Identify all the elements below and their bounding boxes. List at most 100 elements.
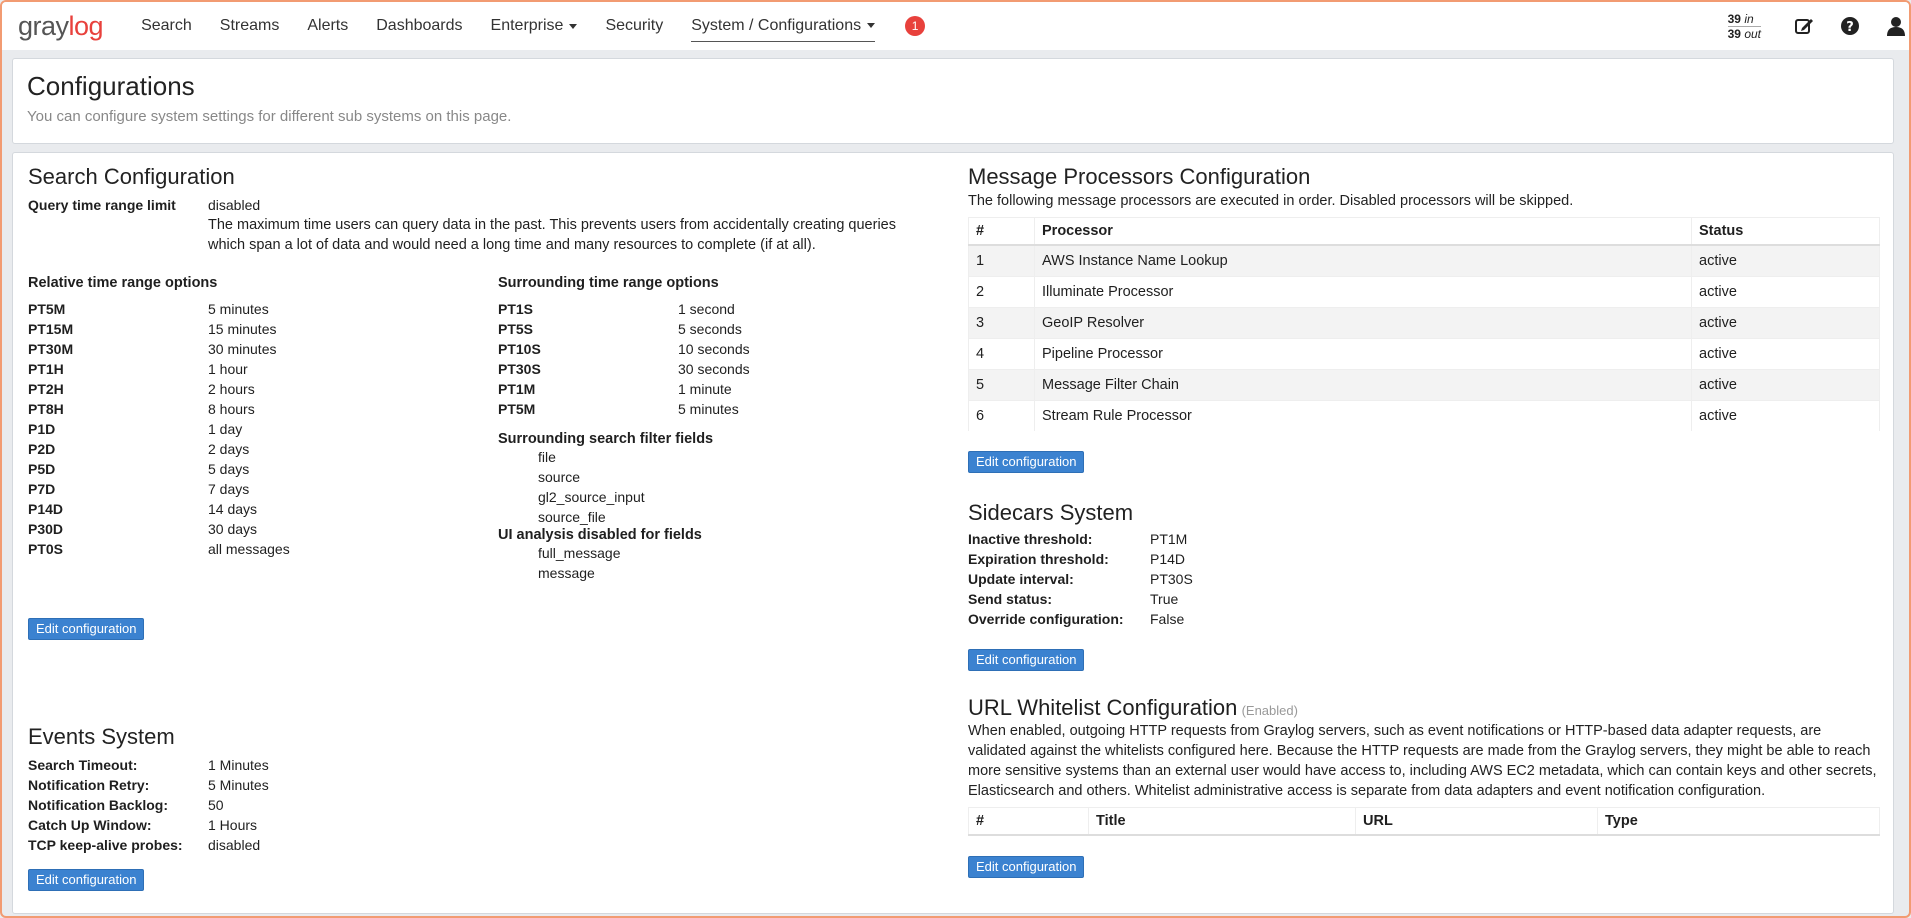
nav-dashboards[interactable]: Dashboards (376, 11, 462, 41)
query-limit-description: The maximum time users can query data in… (208, 217, 896, 253)
relative-option: PT1H 1 hour (28, 359, 498, 379)
whitelist-edit-button[interactable]: Edit configuration (968, 856, 1085, 878)
relative-option-value: 1 hour (208, 361, 248, 377)
nav-streams[interactable]: Streams (220, 11, 280, 41)
sidecar-setting: Expiration threshold: P14D (968, 549, 1880, 569)
sidecar-setting-value: True (1150, 591, 1179, 607)
events-setting-key: Catch Up Window: (28, 817, 152, 833)
sidecars-title: Sidecars System (968, 500, 1134, 525)
events-section: Events System Search Timeout: 1 Minutes No… (28, 723, 938, 891)
throughput-out-unit: out (1744, 26, 1761, 41)
top-navbar: gray log Search Streams Alerts Dashboards… (2, 2, 1909, 50)
whitelist-heading: URL Whitelist Configuration (Enabled) (968, 695, 1880, 721)
events-setting: Search Timeout: 1 Minutes (28, 755, 938, 775)
relative-option-value: 2 days (208, 441, 250, 457)
processors-edit-button[interactable]: Edit configuration (968, 451, 1085, 473)
relative-option-key: P5D (28, 461, 56, 477)
relative-option-key: P2D (28, 441, 56, 457)
col-header-title: Title (1088, 807, 1356, 836)
relative-option-value: 15 minutes (208, 321, 277, 337)
sidecars-edit-button[interactable]: Edit configuration (968, 649, 1085, 671)
processor-processor-cell: Stream Rule Processor (1034, 399, 1692, 431)
time-range-options: Relative time range options PT5M 5 minute… (28, 275, 938, 583)
filter-fields-list: file source gl2_source_input source_file (498, 447, 938, 527)
logo-text-gray: gray (18, 10, 69, 41)
col-header-status: Status (1691, 217, 1880, 246)
surrounding-option-value: 10 seconds (678, 341, 750, 357)
events-setting-value: 50 (208, 797, 224, 813)
throughput-indicator[interactable]: 39 in 39 out (1727, 11, 1761, 41)
col-header-number: # (968, 807, 1089, 836)
processors-table-body: 1 AWS Instance Name Lookup active 2 Illumina… (968, 244, 1880, 431)
processor-processor-cell: Message Filter Chain (1034, 368, 1692, 400)
nav-system-label: System / Configurations (691, 16, 862, 34)
help-icon[interactable]: ? (1837, 13, 1863, 39)
whitelist-header-row: # Title URL Type (968, 807, 1880, 836)
relative-option: P14D 14 days (28, 499, 498, 519)
sidecar-setting: Inactive threshold: PT1M (968, 529, 1880, 549)
sidecar-setting-value: False (1150, 611, 1185, 627)
sidecar-setting-value: PT30S (1150, 571, 1193, 587)
sidecar-setting-value: PT1M (1150, 531, 1188, 547)
nav-security-label: Security (605, 17, 664, 34)
relative-option-key: PT2H (28, 381, 64, 397)
right-column: Message Processors Configuration The fol… (968, 163, 1880, 878)
left-column: Search Configuration Query time range li… (28, 163, 938, 891)
processor-status-cell: active (1691, 399, 1880, 431)
throughput-in-unit: in (1744, 11, 1754, 26)
edit-icon[interactable] (1791, 13, 1817, 39)
processor-status-cell: active (1691, 244, 1880, 276)
relative-option: P2D 2 days (28, 439, 498, 459)
search-config-edit-wrap: Edit configuration (28, 618, 145, 640)
events-setting: Notification Backlog: 50 (28, 795, 938, 815)
processors-header-row: # Processor Status (968, 217, 1880, 246)
processor-number-cell: 1 (968, 244, 1035, 276)
surrounding-option: PT5S 5 seconds (498, 319, 938, 339)
nav-enterprise-dropdown[interactable]: Enterprise (491, 11, 578, 41)
page-description: You can configure system settings for di… (27, 108, 512, 125)
nav-system-dropdown[interactable]: System / Configurations (691, 11, 876, 42)
graylog-logo[interactable]: gray log (18, 10, 104, 42)
relative-option-value: 7 days (208, 481, 250, 497)
events-title: Events System (28, 724, 175, 749)
events-rows: Search Timeout: 1 Minutes Notification Ret… (28, 755, 938, 855)
sidecar-setting-key: Inactive threshold: (968, 531, 1093, 547)
user-icon[interactable] (1883, 13, 1909, 39)
nav-alerts[interactable]: Alerts (307, 11, 348, 41)
processor-status-cell: active (1691, 306, 1880, 338)
nav-security[interactable]: Security (605, 11, 663, 41)
processor-processor-cell: Pipeline Processor (1034, 337, 1692, 369)
relative-option-key: P7D (28, 481, 56, 497)
surrounding-option-key: PT10S (498, 341, 541, 357)
surrounding-option-value: 5 seconds (678, 321, 742, 337)
processor-processor-cell: Illuminate Processor (1034, 275, 1692, 307)
nav-streams-label: Streams (219, 17, 280, 34)
processor-processor-cell: AWS Instance Name Lookup (1034, 244, 1692, 276)
relative-option-key: PT0S (28, 541, 64, 557)
events-setting: TCP keep-alive probes: disabled (28, 835, 938, 855)
search-config-title: Search Configuration (28, 164, 235, 189)
throughput-out-count: 39 (1727, 26, 1741, 41)
sidecar-setting: Override configuration: False (968, 609, 1880, 629)
relative-option-value: 1 day (208, 421, 243, 437)
processor-number-cell: 4 (968, 337, 1035, 369)
relative-option-key: PT30M (28, 341, 74, 357)
relative-option-key: PT5M (28, 301, 66, 317)
surrounding-option-key: PT1S (498, 301, 534, 317)
table-row: 2 Illuminate Processor active (968, 275, 1880, 307)
search-config-edit-button[interactable]: Edit configuration (28, 618, 145, 640)
events-edit-button[interactable]: Edit configuration (28, 869, 145, 891)
nav-search[interactable]: Search (141, 11, 192, 41)
table-row: 4 Pipeline Processor active (968, 337, 1880, 369)
relative-option: P7D 7 days (28, 479, 498, 499)
sidecar-setting: Update interval: PT30S (968, 569, 1880, 589)
notification-badge[interactable]: 1 (905, 16, 926, 36)
surrounding-option-key: PT30S (498, 361, 541, 377)
processor-number-cell: 6 (968, 399, 1035, 431)
nav-enterprise-label: Enterprise (490, 17, 564, 34)
svg-text:?: ? (1846, 20, 1854, 35)
surrounding-options-list: PT1S 1 second PT5S 5 seconds PT10S 10 seconds… (498, 299, 938, 419)
surrounding-option: PT30S 30 seconds (498, 359, 938, 379)
surrounding-options-title: Surrounding time range options (498, 275, 719, 291)
relative-options-title: Relative time range options (28, 275, 218, 291)
